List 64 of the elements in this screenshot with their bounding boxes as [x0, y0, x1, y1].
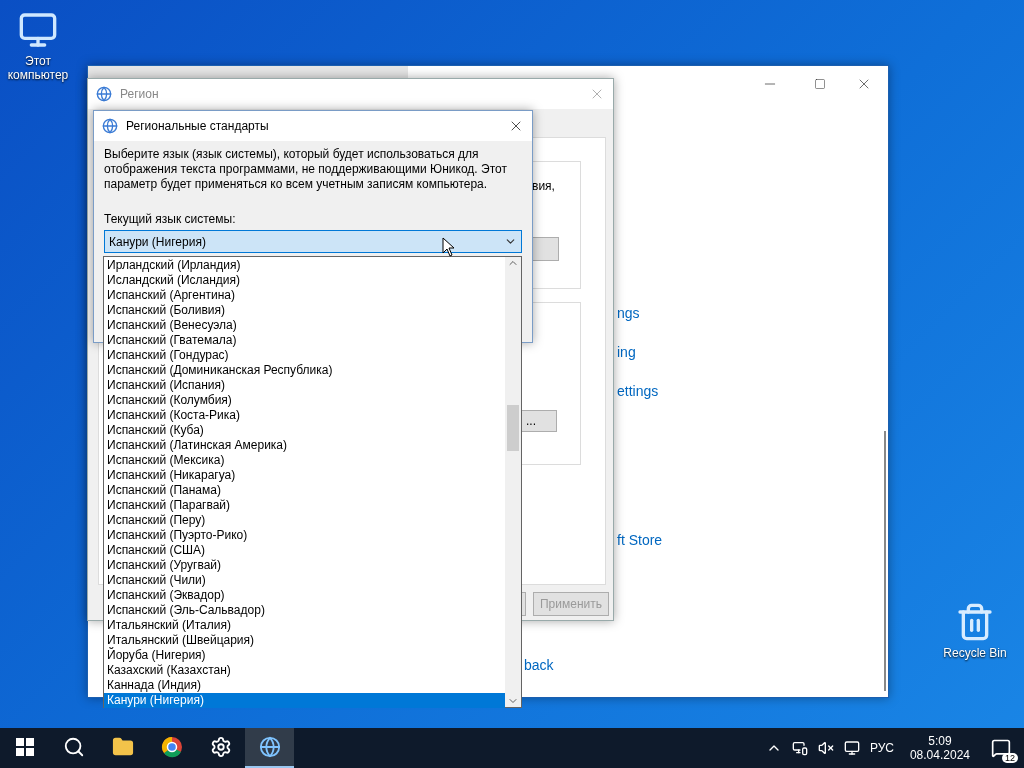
scroll-thumb[interactable] [507, 405, 519, 451]
list-option[interactable]: Испанский (Эквадор) [104, 588, 505, 603]
dialog-title: Региональные стандарты [126, 119, 270, 133]
settings-link[interactable]: ing [617, 344, 636, 360]
description-text: Выберите язык (язык системы), который будет использоваться для отображения текста программами, не поддерживающими Юникод. Этот параметр будет применяться ко всем учетным записям компьютера. [104, 147, 508, 192]
list-option[interactable]: Испанский (Пуэрто-Рико) [104, 528, 505, 543]
clock-date: 08.04.2024 [909, 748, 970, 762]
list-option[interactable]: Испанский (Гватемала) [104, 333, 505, 348]
list-option[interactable]: Испанский (Эль-Сальвадор) [104, 603, 505, 618]
folder-icon [111, 736, 134, 758]
list-option[interactable]: Испанский (Латинская Америка) [104, 438, 505, 453]
list-option[interactable]: Испанский (Перу) [104, 513, 505, 528]
list-option[interactable]: Канури (Нигерия) [104, 693, 505, 708]
taskbar-app[interactable] [245, 728, 294, 768]
list-option[interactable]: Испанский (Венесуэла) [104, 318, 505, 333]
search-icon [62, 736, 85, 758]
browser-icon [160, 736, 183, 758]
settings-link[interactable]: back [524, 657, 554, 673]
list-option[interactable]: Йоруба (Нигерия) [104, 648, 505, 663]
notification-count: 12 [1002, 753, 1018, 763]
list-option[interactable]: Испанский (США) [104, 543, 505, 558]
globe-icon [96, 86, 112, 102]
computer-icon[interactable] [18, 10, 58, 50]
list-option[interactable]: Испанский (Мексика) [104, 453, 505, 468]
list-option[interactable]: Испанский (Гондурас) [104, 348, 505, 363]
list-option[interactable]: Испанский (Колумбия) [104, 393, 505, 408]
volume-muted-icon[interactable] [817, 740, 834, 756]
window-title: Регион [120, 87, 160, 101]
list-option[interactable]: Испанский (Куба) [104, 423, 505, 438]
gear-icon [209, 736, 232, 758]
settings-link[interactable]: ft Store [617, 532, 663, 548]
settings-link[interactable]: ettings [617, 383, 659, 399]
list-option[interactable]: Итальянский (Швейцария) [104, 633, 505, 648]
windows-logo-icon [15, 738, 34, 756]
list-option[interactable]: Испанский (Испания) [104, 378, 505, 393]
list-option[interactable]: Испанский (Боливия) [104, 303, 505, 318]
list-option[interactable]: Итальянский (Италия) [104, 618, 505, 633]
network-icon[interactable] [791, 740, 808, 756]
maximize-icon[interactable] [814, 78, 826, 90]
icon-label: Recycle Bin [943, 646, 1007, 660]
list-option[interactable]: Испанский (Уругвай) [104, 558, 505, 573]
settings-link[interactable]: ngs [617, 305, 640, 321]
globe-icon [258, 736, 281, 758]
list-option[interactable]: Испанский (Аргентина) [104, 288, 505, 303]
list-option[interactable]: Испанский (Панама) [104, 483, 505, 498]
clock[interactable]: 5:09 08.04.2024 [903, 734, 976, 762]
notification-button[interactable]: 12 [986, 733, 1016, 763]
language-combobox[interactable]: Канури (Нигерия) [104, 230, 522, 253]
list-option[interactable]: Испанский (Доминиканская Республика) [104, 363, 505, 378]
list-option[interactable]: Каннада (Индия) [104, 678, 505, 693]
display-icon[interactable] [843, 740, 860, 756]
icon-label: Этот компьютер [6, 54, 70, 82]
list-option[interactable]: Ирландский (Ирландия) [104, 258, 505, 273]
list-option[interactable]: Испанский (Коста-Рика) [104, 408, 505, 423]
clock-time: 5:09 [928, 734, 952, 748]
field-label: Текущий язык системы: [104, 212, 237, 226]
list-option[interactable]: Испанский (Парагвай) [104, 498, 505, 513]
list-option[interactable]: Казахский (Казахстан) [104, 663, 505, 678]
text-fragment: вия, [532, 179, 555, 193]
list-option[interactable]: Испанский (Никарагуа) [104, 468, 505, 483]
globe-icon [102, 118, 118, 134]
list-option[interactable]: Исландский (Исландия) [104, 273, 505, 288]
language-indicator[interactable]: РУС [869, 741, 894, 755]
list-option[interactable]: Испанский (Чили) [104, 573, 505, 588]
